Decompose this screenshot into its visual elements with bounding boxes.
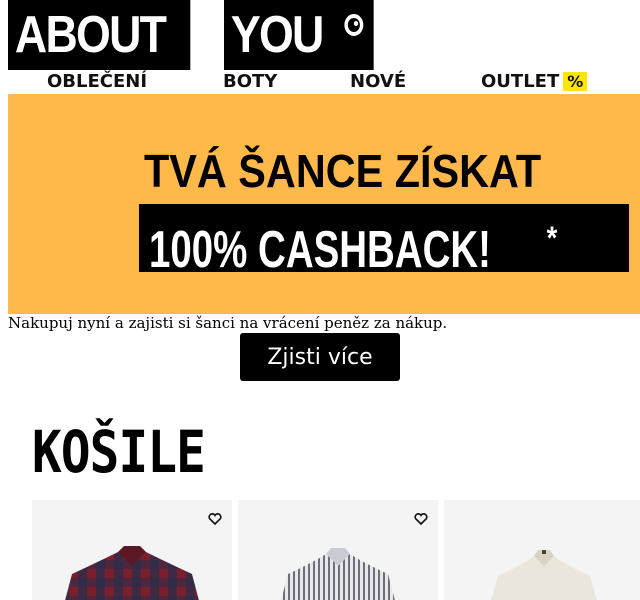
logo-eye-icon [344, 14, 364, 36]
logo-you: YOU [224, 0, 374, 70]
heart-icon[interactable] [208, 513, 222, 525]
banner-cashback-box: 100% CASHBACK! * [139, 204, 629, 279]
product-image-plaid-shirt [65, 546, 199, 600]
cashback-banner[interactable]: TVÁ ŠANCE ZÍSKAT 100% CASHBACK! * [8, 94, 640, 314]
banner-cashback-text: 100% CASHBACK! [149, 221, 491, 280]
banner-asterisk: * [546, 220, 558, 256]
logo-about: ABOUT [8, 0, 191, 70]
nav-item-outlet[interactable]: OUTLET% [481, 71, 588, 92]
product-list [32, 500, 640, 600]
product-card[interactable] [444, 500, 640, 600]
logo-you-text: YOU [230, 6, 324, 64]
nav-item-outlet-label: OUTLET [481, 71, 560, 92]
outlet-percent-badge: % [563, 72, 588, 91]
product-image-white-polo [491, 550, 597, 600]
learn-more-button[interactable]: Zjisti více [240, 333, 400, 381]
nav-item-obleceni[interactable]: OBLEČENÍ [47, 71, 147, 92]
section-title: KOŠILE [32, 418, 206, 486]
main-nav: OBLEČENÍ BOTY NOVÉ OUTLET% [0, 70, 640, 94]
nav-item-nove[interactable]: NOVÉ [350, 71, 406, 92]
logo[interactable]: ABOUT YOU [8, 0, 398, 70]
heart-icon[interactable] [414, 513, 428, 525]
product-image-striped-shirt [281, 548, 395, 600]
nav-item-boty[interactable]: BOTY [223, 71, 277, 92]
promo-description: Nakupuj nyní a zajisti si šanci na vráce… [8, 314, 448, 332]
banner-headline: TVÁ ŠANCE ZÍSKAT [144, 145, 542, 197]
product-card[interactable] [32, 500, 232, 600]
product-card[interactable] [238, 500, 438, 600]
